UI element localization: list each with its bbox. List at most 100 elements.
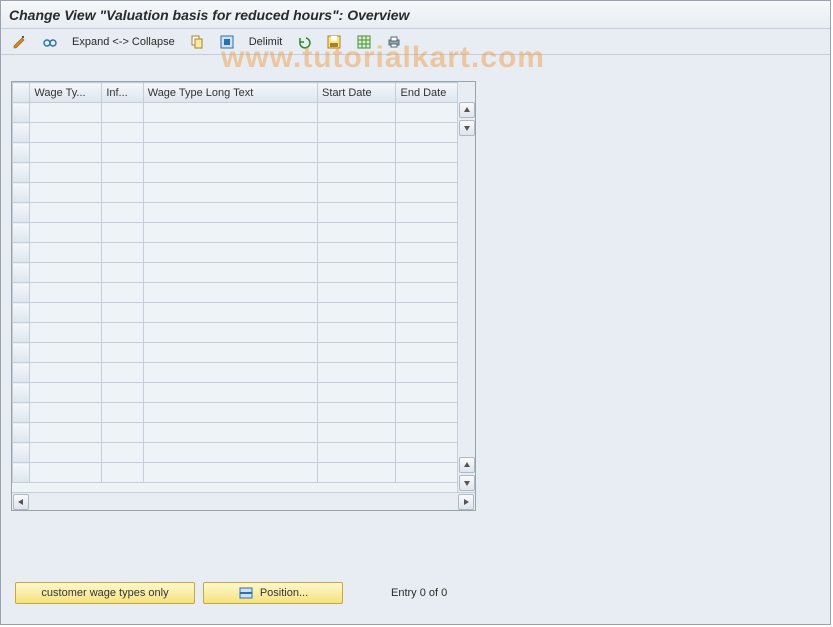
- cell-inf[interactable]: [102, 463, 143, 483]
- row-selector[interactable]: [13, 143, 30, 163]
- cell-wage-type[interactable]: [30, 123, 102, 143]
- cell-wage-type[interactable]: [30, 143, 102, 163]
- cell-long-text[interactable]: [143, 183, 317, 203]
- scroll-up-step-button[interactable]: [459, 457, 475, 473]
- row-selector[interactable]: [13, 223, 30, 243]
- delimit-button[interactable]: Delimit: [244, 32, 288, 52]
- cell-long-text[interactable]: [143, 203, 317, 223]
- row-selector[interactable]: [13, 323, 30, 343]
- cell-start-date[interactable]: [318, 443, 396, 463]
- customer-wage-types-button[interactable]: customer wage types only: [15, 582, 195, 604]
- cell-long-text[interactable]: [143, 403, 317, 423]
- col-wage-type-long-text[interactable]: Wage Type Long Text: [143, 83, 317, 103]
- cell-inf[interactable]: [102, 143, 143, 163]
- cell-inf[interactable]: [102, 383, 143, 403]
- cell-wage-type[interactable]: [30, 383, 102, 403]
- cell-long-text[interactable]: [143, 163, 317, 183]
- cell-inf[interactable]: [102, 423, 143, 443]
- cell-long-text[interactable]: [143, 303, 317, 323]
- toggle-display-change-button[interactable]: [7, 32, 33, 52]
- scroll-left-button[interactable]: [13, 494, 29, 510]
- other-view-button[interactable]: [37, 32, 63, 52]
- cell-start-date[interactable]: [318, 103, 396, 123]
- cell-start-date[interactable]: [318, 163, 396, 183]
- table-row[interactable]: [13, 263, 475, 283]
- cell-start-date[interactable]: [318, 463, 396, 483]
- cell-long-text[interactable]: [143, 283, 317, 303]
- cell-wage-type[interactable]: [30, 223, 102, 243]
- cell-inf[interactable]: [102, 103, 143, 123]
- table-row[interactable]: [13, 323, 475, 343]
- row-selector-header[interactable]: [13, 83, 30, 103]
- cell-start-date[interactable]: [318, 143, 396, 163]
- table-row[interactable]: [13, 243, 475, 263]
- cell-wage-type[interactable]: [30, 283, 102, 303]
- table-row[interactable]: [13, 443, 475, 463]
- cell-inf[interactable]: [102, 343, 143, 363]
- cell-start-date[interactable]: [318, 223, 396, 243]
- cell-long-text[interactable]: [143, 463, 317, 483]
- cell-wage-type[interactable]: [30, 343, 102, 363]
- table-row[interactable]: [13, 303, 475, 323]
- select-block-button[interactable]: [351, 32, 377, 52]
- cell-start-date[interactable]: [318, 123, 396, 143]
- cell-inf[interactable]: [102, 203, 143, 223]
- cell-wage-type[interactable]: [30, 303, 102, 323]
- table-row[interactable]: [13, 223, 475, 243]
- table-row[interactable]: [13, 183, 475, 203]
- table-row[interactable]: [13, 163, 475, 183]
- cell-inf[interactable]: [102, 283, 143, 303]
- table-row[interactable]: [13, 103, 475, 123]
- table-row[interactable]: [13, 363, 475, 383]
- row-selector[interactable]: [13, 343, 30, 363]
- table-row[interactable]: [13, 423, 475, 443]
- cell-long-text[interactable]: [143, 123, 317, 143]
- cell-inf[interactable]: [102, 263, 143, 283]
- cell-wage-type[interactable]: [30, 183, 102, 203]
- save-button[interactable]: [321, 32, 347, 52]
- row-selector[interactable]: [13, 283, 30, 303]
- table-row[interactable]: [13, 283, 475, 303]
- row-selector[interactable]: [13, 423, 30, 443]
- cell-long-text[interactable]: [143, 443, 317, 463]
- table-row[interactable]: [13, 203, 475, 223]
- scroll-down-step-button[interactable]: [459, 120, 475, 136]
- cell-start-date[interactable]: [318, 323, 396, 343]
- cell-wage-type[interactable]: [30, 443, 102, 463]
- row-selector[interactable]: [13, 203, 30, 223]
- cell-wage-type[interactable]: [30, 103, 102, 123]
- cell-wage-type[interactable]: [30, 323, 102, 343]
- undo-button[interactable]: [291, 32, 317, 52]
- horizontal-scrollbar[interactable]: [12, 492, 475, 510]
- table-row[interactable]: [13, 143, 475, 163]
- scroll-right-button[interactable]: [458, 494, 474, 510]
- cell-long-text[interactable]: [143, 423, 317, 443]
- cell-wage-type[interactable]: [30, 263, 102, 283]
- col-wage-type[interactable]: Wage Ty...: [30, 83, 102, 103]
- row-selector[interactable]: [13, 243, 30, 263]
- cell-inf[interactable]: [102, 163, 143, 183]
- cell-long-text[interactable]: [143, 323, 317, 343]
- cell-long-text[interactable]: [143, 243, 317, 263]
- cell-wage-type[interactable]: [30, 423, 102, 443]
- cell-long-text[interactable]: [143, 383, 317, 403]
- table-row[interactable]: [13, 383, 475, 403]
- select-all-button[interactable]: [214, 32, 240, 52]
- cell-inf[interactable]: [102, 323, 143, 343]
- cell-wage-type[interactable]: [30, 463, 102, 483]
- cell-inf[interactable]: [102, 123, 143, 143]
- vertical-scrollbar[interactable]: [457, 82, 475, 492]
- print-button[interactable]: [381, 32, 407, 52]
- expand-collapse-button[interactable]: Expand <-> Collapse: [67, 32, 180, 52]
- cell-start-date[interactable]: [318, 423, 396, 443]
- cell-inf[interactable]: [102, 303, 143, 323]
- cell-wage-type[interactable]: [30, 363, 102, 383]
- table-row[interactable]: [13, 463, 475, 483]
- cell-inf[interactable]: [102, 363, 143, 383]
- cell-start-date[interactable]: [318, 303, 396, 323]
- cell-start-date[interactable]: [318, 243, 396, 263]
- scroll-up-button[interactable]: [459, 102, 475, 118]
- cell-long-text[interactable]: [143, 223, 317, 243]
- row-selector[interactable]: [13, 303, 30, 323]
- table-row[interactable]: [13, 343, 475, 363]
